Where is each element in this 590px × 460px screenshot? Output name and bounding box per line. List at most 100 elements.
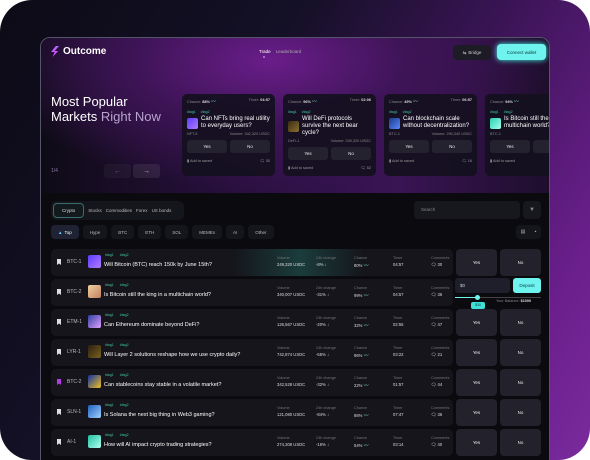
tag[interactable]: #tag1 bbox=[105, 343, 114, 347]
category-tab[interactable]: Forex bbox=[136, 208, 148, 213]
tag[interactable]: #tag2 bbox=[302, 110, 311, 114]
category-tab[interactable]: Stocks bbox=[88, 208, 102, 213]
tag[interactable]: #tag2 bbox=[120, 433, 129, 437]
deposit-amount-input[interactable]: $0 bbox=[455, 278, 510, 293]
market-card[interactable]: Chance: 88% 〰 Timer: 04:57 #tag1 #tag2 Can… bbox=[182, 94, 275, 176]
add-to-saved-button[interactable]: ▮ Add to saved bbox=[187, 158, 212, 163]
amount-slider[interactable] bbox=[455, 297, 541, 298]
tag[interactable]: #tag1 bbox=[187, 110, 196, 114]
market-question[interactable]: Is Solana the next big thing in Web3 gam… bbox=[104, 412, 215, 418]
yes-button[interactable]: Yes bbox=[456, 369, 497, 396]
no-button[interactable]: No bbox=[500, 309, 541, 336]
add-to-saved-button[interactable]: ▮ Add to saved bbox=[288, 165, 313, 170]
tag[interactable]: #tag1 bbox=[105, 433, 114, 437]
market-question[interactable]: Can stablecoins stay stable in a volatil… bbox=[104, 382, 221, 388]
chip-filter[interactable]: ETH bbox=[138, 225, 162, 239]
yes-button[interactable]: Yes bbox=[456, 339, 497, 366]
no-button[interactable]: No bbox=[500, 339, 541, 366]
no-button[interactable]: No bbox=[432, 140, 472, 153]
deposit-button[interactable]: Deposit bbox=[513, 278, 541, 293]
market-card[interactable]: Chance: 49% 〰 Timer: 06:57 #tag1 #tag2 Can… bbox=[384, 94, 477, 176]
next-arrow-button[interactable]: → bbox=[133, 164, 160, 178]
tag[interactable]: #tag2 bbox=[504, 110, 513, 114]
yes-button[interactable]: Yes bbox=[490, 140, 530, 153]
prev-arrow-button[interactable]: ← bbox=[104, 164, 131, 178]
tag[interactable]: #tag2 bbox=[120, 283, 129, 287]
category-tab[interactable]: US bonds bbox=[152, 208, 172, 213]
tag[interactable]: #tag1 bbox=[105, 283, 114, 287]
market-card[interactable]: Chance: 94% 〰Timer: #tag1#tag2 Is Bitcoi… bbox=[485, 94, 549, 176]
category-tab[interactable]: Crypto bbox=[53, 203, 85, 218]
logo[interactable]: Outcome bbox=[51, 46, 106, 57]
category-tab[interactable]: Commodities bbox=[106, 208, 132, 213]
no-button[interactable]: No bbox=[500, 429, 541, 456]
market-row[interactable]: ETM-1 #tag1 #tag2 Can Ethereum dominate b… bbox=[51, 309, 453, 336]
bookmark-icon[interactable] bbox=[57, 439, 61, 445]
nav-leaderboard[interactable]: Leaderboard bbox=[276, 49, 302, 54]
grid-view-icon[interactable]: ▪ bbox=[535, 229, 537, 235]
add-to-saved-button[interactable]: ▮ Add to saved bbox=[389, 158, 414, 163]
no-button[interactable]: No bbox=[331, 147, 371, 160]
tag[interactable]: #tag1 bbox=[105, 313, 114, 317]
bookmark-icon[interactable] bbox=[57, 349, 61, 355]
tag[interactable]: #tag1 bbox=[288, 110, 297, 114]
market-row[interactable]: BTC-2 #tag1 #tag2 Is Bitcoin still the ki… bbox=[51, 279, 453, 306]
market-row[interactable]: BTC-1 #tag1 #tag2 Will Bitcoin (BTC) reac… bbox=[51, 249, 453, 276]
tag[interactable]: #tag1 bbox=[105, 373, 114, 377]
tag[interactable]: #tag1 bbox=[490, 110, 499, 114]
no-button[interactable]: No bbox=[500, 249, 541, 276]
tag[interactable]: #tag2 bbox=[403, 110, 412, 114]
no-button[interactable]: No bbox=[500, 369, 541, 396]
search-input[interactable]: Search bbox=[414, 201, 520, 219]
slider-handle[interactable] bbox=[475, 295, 481, 300]
yes-button[interactable]: Yes bbox=[389, 140, 429, 153]
bookmark-icon[interactable] bbox=[57, 409, 61, 415]
yes-button[interactable]: Yes bbox=[456, 399, 497, 426]
list-view-icon[interactable]: ▤ bbox=[521, 229, 526, 235]
bookmark-icon[interactable] bbox=[57, 379, 61, 385]
tag[interactable]: #tag2 bbox=[120, 373, 129, 377]
yes-button[interactable]: Yes bbox=[288, 147, 328, 160]
view-toggle[interactable]: ▤ ▪ bbox=[516, 225, 541, 239]
yes-button[interactable]: Yes bbox=[187, 140, 227, 153]
market-question[interactable]: Can blockchain scale without decentraliz… bbox=[403, 116, 472, 130]
tag[interactable]: #tag1 bbox=[389, 110, 398, 114]
tag[interactable]: #tag1 bbox=[105, 403, 114, 407]
filter-button[interactable]: ▼ bbox=[523, 201, 541, 219]
chip-filter[interactable]: AI bbox=[226, 225, 245, 239]
yes-button[interactable]: Yes bbox=[456, 309, 497, 336]
market-row[interactable]: SLN-1 #tag1 #tag2 Is Solana the next big … bbox=[51, 399, 453, 426]
yes-button[interactable]: Yes bbox=[456, 429, 497, 456]
market-question[interactable]: Will Bitcoin (BTC) reach 150k by June 15… bbox=[104, 262, 212, 268]
tag[interactable]: #tag2 bbox=[120, 253, 129, 257]
market-card[interactable]: Chance: 96% 〰 Timer: 02:06 #tag1 #tag2 Wil… bbox=[283, 94, 376, 176]
market-row[interactable]: AI-1 #tag1 #tag2 How will AI impact crypt… bbox=[51, 429, 453, 456]
bookmark-icon[interactable] bbox=[57, 259, 61, 265]
chip-filter[interactable]: SOL bbox=[165, 225, 189, 239]
no-button[interactable]: No bbox=[533, 140, 549, 153]
tag[interactable]: #tag2 bbox=[201, 110, 210, 114]
market-question[interactable]: Is Bitcoin still the king in a multichai… bbox=[104, 292, 211, 298]
chip-filter[interactable]: MEMEs bbox=[192, 225, 223, 239]
chip-filter[interactable]: ▲ Top bbox=[51, 225, 79, 239]
market-question[interactable]: Is Bitcoin still the king in a multichai… bbox=[504, 116, 549, 130]
market-question[interactable]: How will AI impact crypto trading strate… bbox=[104, 442, 212, 448]
market-question[interactable]: Can Ethereum dominate beyond DeFi? bbox=[104, 322, 199, 328]
tag[interactable]: #tag2 bbox=[120, 343, 129, 347]
tag[interactable]: #tag2 bbox=[120, 403, 129, 407]
market-question[interactable]: Will Layer 2 solutions reshape how we us… bbox=[104, 352, 240, 358]
bookmark-icon[interactable] bbox=[57, 319, 61, 325]
market-row[interactable]: BTC-2 #tag1 #tag2 Can stablecoins stay st… bbox=[51, 369, 453, 396]
tag[interactable]: #tag1 bbox=[105, 253, 114, 257]
chip-filter[interactable]: Hype bbox=[82, 225, 108, 239]
market-question[interactable]: Will DeFi protocols survive the next bea… bbox=[302, 116, 371, 137]
market-row[interactable]: LYR-1 #tag1 #tag2 Will Layer 2 solutions … bbox=[51, 339, 453, 366]
bookmark-icon[interactable] bbox=[57, 289, 61, 295]
chip-filter[interactable]: BTC bbox=[111, 225, 135, 239]
yes-button[interactable]: Yes bbox=[456, 249, 497, 276]
market-question[interactable]: Can NFTs bring real utility to everyday … bbox=[201, 116, 270, 130]
chip-filter[interactable]: Other bbox=[248, 225, 274, 239]
no-button[interactable]: No bbox=[500, 399, 541, 426]
no-button[interactable]: No bbox=[230, 140, 270, 153]
connect-wallet-button[interactable]: Connect wallet bbox=[497, 44, 546, 60]
